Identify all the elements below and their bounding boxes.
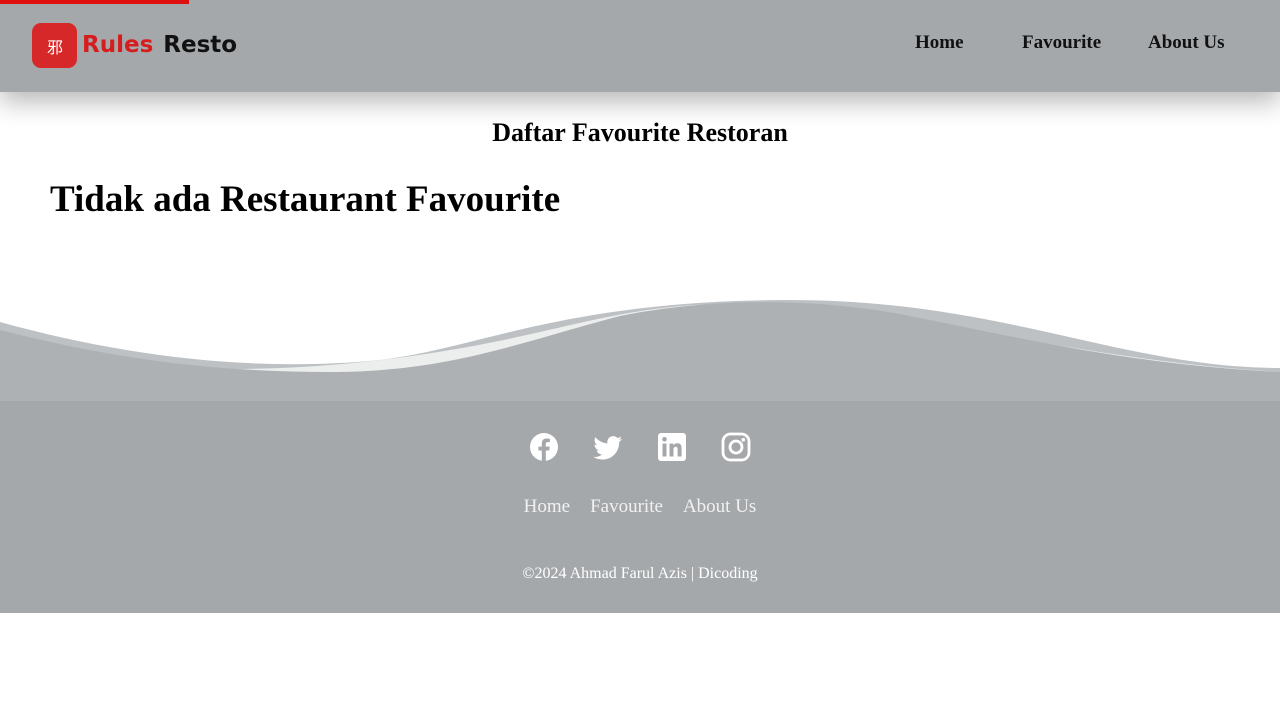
- brand-logo-link[interactable]: 邪 Rules Resto: [32, 23, 237, 68]
- footer-favourite-link[interactable]: Favourite: [590, 496, 663, 518]
- linkedin-icon[interactable]: [657, 432, 687, 462]
- footer-wave-decoration: [0, 299, 1280, 402]
- page-title: Daftar Favourite Restoran: [492, 118, 788, 147]
- brand-name-first: Rules: [82, 32, 154, 58]
- loading-progress-bar: [0, 0, 189, 4]
- brand-logo-icon: 邪: [32, 23, 77, 68]
- brand-name-second: Resto: [163, 32, 238, 58]
- twitter-icon[interactable]: [593, 432, 623, 462]
- instagram-icon[interactable]: [721, 432, 751, 462]
- social-links: [0, 432, 1280, 462]
- footer-links: Home Favourite About Us: [0, 496, 1280, 518]
- copyright-text: ©2024 Ahmad Farul Azis | Dicoding: [522, 565, 758, 582]
- facebook-icon[interactable]: [529, 432, 559, 462]
- empty-state-message: Tidak ada Restaurant Favourite: [50, 179, 561, 220]
- nav-about-link[interactable]: About Us: [1148, 32, 1225, 54]
- nav-home-link[interactable]: Home: [915, 32, 964, 54]
- footer-home-link[interactable]: Home: [524, 496, 570, 518]
- header: 邪 Rules Resto Home Favourite About Us: [0, 0, 1280, 92]
- footer: Home Favourite About Us ©2024 Ahmad Faru…: [0, 401, 1280, 613]
- brand-name: Rules Resto: [82, 34, 237, 57]
- footer-about-link[interactable]: About Us: [683, 496, 756, 518]
- nav-favourite-link[interactable]: Favourite: [1022, 32, 1101, 54]
